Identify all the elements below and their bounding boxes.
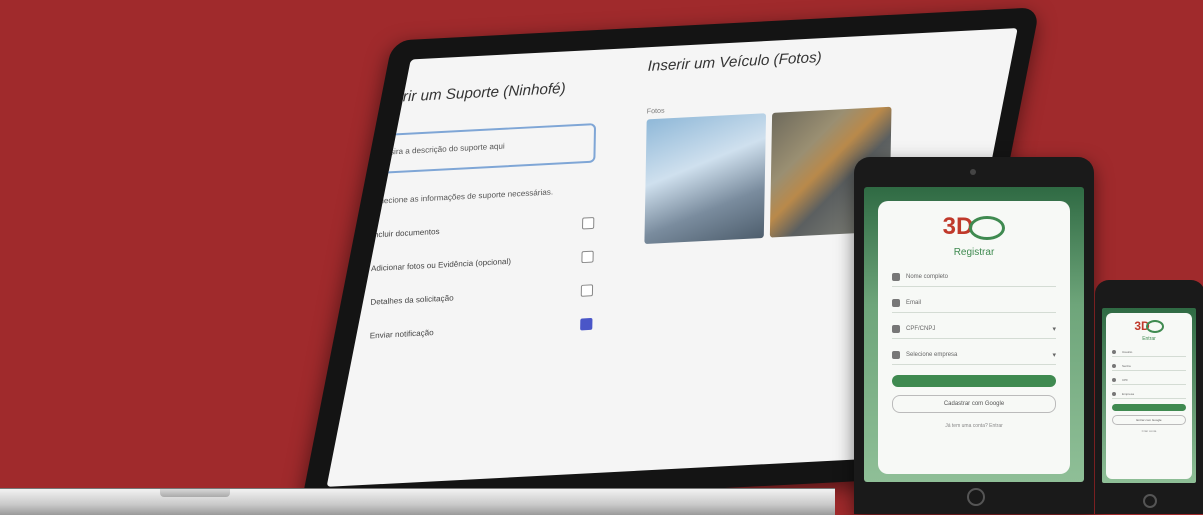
company-select[interactable]: Selecione empresa ▾ bbox=[892, 346, 1056, 365]
option-row[interactable]: Incluir documentos bbox=[372, 217, 595, 240]
email-field[interactable]: Email bbox=[892, 294, 1056, 313]
support-form-column: Inserir um Suporte (Ninhofé) Insira a de… bbox=[370, 78, 597, 342]
id-card-icon bbox=[1112, 377, 1116, 382]
field-placeholder: Senha bbox=[1122, 363, 1131, 368]
field-placeholder: Empresa bbox=[1122, 391, 1135, 396]
app-logo: 3D bbox=[892, 213, 1056, 241]
google-login-button[interactable]: Entrar com Google bbox=[1112, 415, 1186, 426]
login-link[interactable]: Já tem uma conta? Entrar bbox=[892, 423, 1056, 429]
password-field[interactable]: Senha bbox=[1112, 361, 1186, 372]
vehicle-photos-title: Inserir um Veículo (Fotos) bbox=[647, 49, 822, 75]
phone-screen: 3D Entrar Usuário Senha CPF Empresa Entr… bbox=[1102, 308, 1196, 483]
building-icon bbox=[1112, 391, 1116, 396]
tablet-device: 3D Registrar Nome completo Email CPF/CNP… bbox=[854, 157, 1094, 514]
building-photo[interactable] bbox=[644, 113, 767, 245]
camera-icon bbox=[970, 169, 976, 175]
login-title: Entrar bbox=[1142, 336, 1156, 343]
field-placeholder: Selecione empresa bbox=[906, 352, 958, 358]
login-button[interactable] bbox=[1112, 404, 1186, 412]
home-button-icon[interactable] bbox=[1143, 494, 1157, 508]
logo-ring-icon bbox=[969, 215, 1006, 240]
option-row[interactable]: Adicionar fotos ou Evidência (opcional) bbox=[370, 250, 594, 274]
signup-link[interactable]: Criar conta bbox=[1112, 429, 1186, 433]
option-label: Adicionar fotos ou Evidência (opcional) bbox=[370, 256, 512, 273]
chevron-down-icon: ▾ bbox=[1052, 352, 1056, 359]
option-checkbox[interactable] bbox=[581, 250, 594, 264]
laptop-base bbox=[0, 488, 835, 515]
username-field[interactable]: Usuário bbox=[1112, 347, 1186, 358]
option-checkbox[interactable] bbox=[580, 284, 594, 297]
document-select[interactable]: CPF/CNPJ ▾ bbox=[892, 320, 1056, 339]
email-icon bbox=[892, 299, 900, 307]
chevron-down-icon: ▾ bbox=[1052, 326, 1056, 333]
field-placeholder: Nome completo bbox=[906, 274, 949, 280]
support-helper-text: Selecione as informações de suporte nece… bbox=[372, 187, 554, 206]
company-field[interactable]: Empresa bbox=[1112, 389, 1186, 400]
field-placeholder: CPF/CNPJ bbox=[906, 326, 936, 332]
device-mockup-scene: Inserir um Suporte (Ninhofé) Insira a de… bbox=[0, 0, 1203, 515]
document-field[interactable]: CPF bbox=[1112, 375, 1186, 386]
register-title: Registrar bbox=[953, 247, 995, 258]
logo-ring-icon bbox=[1145, 320, 1164, 334]
register-button[interactable] bbox=[892, 375, 1056, 387]
name-field[interactable]: Nome completo bbox=[892, 268, 1056, 287]
field-placeholder: Usuário bbox=[1122, 349, 1133, 354]
home-button-icon[interactable] bbox=[967, 488, 985, 506]
option-row[interactable]: Detalhes da solicitação bbox=[370, 284, 594, 307]
option-label: Detalhes da solicitação bbox=[370, 292, 454, 307]
support-form-title: Inserir um Suporte (Ninhofé) bbox=[374, 80, 566, 107]
app-logo: 3D bbox=[1112, 319, 1186, 334]
option-checkbox[interactable] bbox=[581, 217, 595, 230]
laptop-notch bbox=[160, 489, 230, 497]
lock-icon bbox=[1112, 363, 1116, 368]
login-card: 3D Entrar Usuário Senha CPF Empresa Entr… bbox=[1106, 313, 1192, 479]
google-signup-button[interactable]: Cadastrar com Google bbox=[892, 395, 1056, 413]
phone-device: 3D Entrar Usuário Senha CPF Empresa Entr… bbox=[1095, 280, 1203, 514]
option-label: Incluir documentos bbox=[371, 226, 440, 239]
option-checkbox[interactable] bbox=[580, 317, 593, 331]
field-placeholder: CPF bbox=[1122, 377, 1128, 382]
tablet-screen: 3D Registrar Nome completo Email CPF/CNP… bbox=[864, 187, 1084, 482]
id-card-icon bbox=[892, 325, 900, 333]
building-icon bbox=[892, 351, 900, 359]
field-placeholder: Email bbox=[906, 300, 922, 306]
user-icon bbox=[1112, 349, 1116, 354]
user-icon bbox=[892, 273, 900, 281]
register-card: 3D Registrar Nome completo Email CPF/CNP… bbox=[878, 201, 1070, 474]
option-label: Enviar notificação bbox=[369, 327, 434, 340]
option-row[interactable]: Enviar notificação bbox=[369, 317, 593, 341]
support-description-input[interactable]: Insira a descrição do suporte aqui bbox=[372, 123, 597, 175]
